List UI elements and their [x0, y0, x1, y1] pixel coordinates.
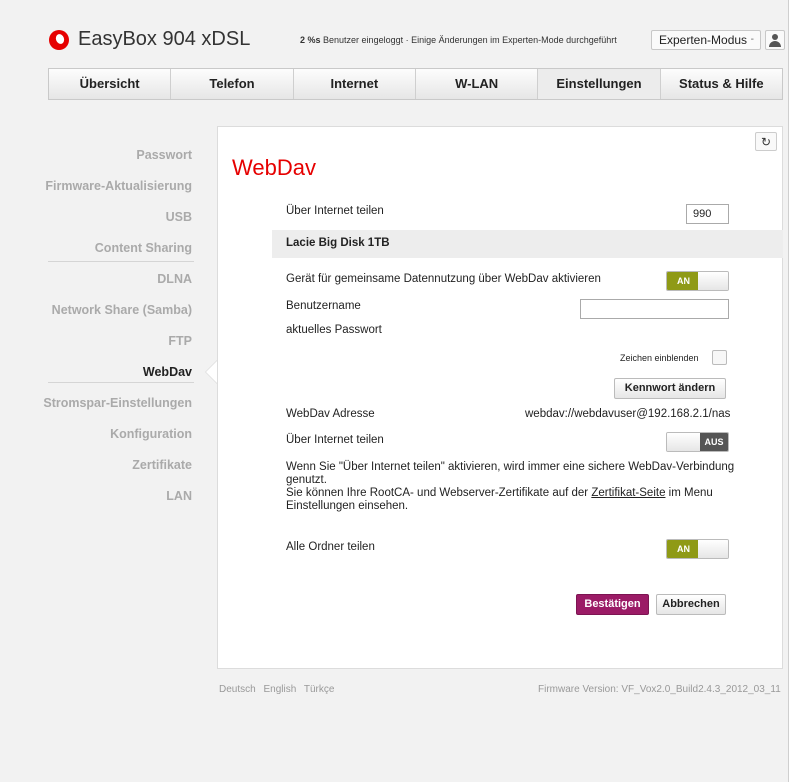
sidebar: Passwort Firmware-Aktualisierung USB Con… — [0, 146, 194, 518]
chevron-down-icon: - — [750, 34, 754, 45]
address-value: webdav://webdavuser@192.168.2.1/nas — [525, 408, 731, 420]
sidebar-item-konfiguration[interactable]: Konfiguration — [0, 425, 194, 456]
internet-share-label: Über Internet teilen — [286, 434, 384, 446]
sidebar-item-webdav[interactable]: WebDav — [0, 363, 194, 394]
tab-status-hilfe[interactable]: Status & Hilfe — [661, 69, 782, 99]
port-field[interactable]: 990 — [686, 204, 729, 224]
sidebar-item-dlna[interactable]: DLNA — [0, 270, 194, 301]
active-indicator — [205, 360, 217, 384]
sidebar-item-samba[interactable]: Network Share (Samba) — [0, 301, 194, 332]
share-all-toggle[interactable]: AN — [666, 539, 729, 559]
share-internet-label: Über Internet teilen — [286, 205, 384, 217]
info-text: Wenn Sie "Über Internet teilen" aktivier… — [286, 461, 746, 513]
sidebar-item-lan[interactable]: LAN — [0, 487, 194, 518]
show-chars-label: Zeichen einblenden — [620, 353, 699, 363]
toggle-on-label: AN — [667, 272, 700, 290]
password-label: aktuelles Passwort — [286, 324, 382, 336]
user-button[interactable] — [765, 30, 785, 50]
activate-label: Gerät für gemeinsame Datennutzung über W… — [286, 273, 601, 285]
sidebar-item-stromspar[interactable]: Stromspar-Einstellungen — [0, 394, 194, 425]
username-field[interactable] — [580, 299, 729, 319]
change-password-button[interactable]: Kennwort ändern — [614, 378, 726, 399]
sidebar-item-firmware[interactable]: Firmware-Aktualisierung — [0, 177, 194, 208]
activate-toggle[interactable]: AN — [666, 271, 729, 291]
firmware-version: Firmware Version: VF_Vox2.0_Build2.4.3_2… — [538, 684, 781, 695]
header: EasyBox 904 xDSL 2 %s Benutzer eingelogg… — [0, 0, 788, 72]
username-label: Benutzername — [286, 300, 361, 312]
share-all-label: Alle Ordner teilen — [286, 541, 375, 553]
confirm-button[interactable]: Bestätigen — [576, 594, 649, 615]
tab-einstellungen[interactable]: Einstellungen — [538, 69, 661, 99]
sidebar-item-passwort[interactable]: Passwort — [0, 146, 194, 177]
toggle-on-label: AN — [667, 540, 700, 558]
refresh-icon[interactable]: ↻ — [755, 132, 777, 151]
sidebar-item-zertifikate[interactable]: Zertifikate — [0, 456, 194, 487]
sidebar-item-usb[interactable]: USB — [0, 208, 194, 239]
info-line-1: Wenn Sie "Über Internet teilen" aktivier… — [286, 461, 735, 486]
page-frame: EasyBox 904 xDSL 2 %s Benutzer eingelogg… — [0, 0, 789, 782]
show-chars-checkbox[interactable] — [712, 350, 727, 365]
cancel-button[interactable]: Abbrechen — [656, 594, 726, 615]
info-line-2: Sie können Ihre RootCA- und Webserver-Ze… — [286, 487, 713, 512]
lang-turkce[interactable]: Türkçe — [304, 684, 335, 695]
certificate-page-link[interactable]: Zertifikat-Seite — [591, 487, 665, 499]
page-title: WebDav — [232, 155, 316, 180]
expert-mode-select[interactable]: Experten-Modus - — [651, 30, 761, 50]
disk-section-header: Lacie Big Disk 1TB — [272, 230, 783, 258]
expert-mode-label: Experten-Modus — [659, 33, 748, 47]
vodafone-logo-icon — [49, 30, 69, 50]
lang-english[interactable]: English — [263, 684, 296, 695]
logged-in-count: 2 %s — [300, 35, 321, 45]
tab-telefon[interactable]: Telefon — [171, 69, 294, 99]
login-status: 2 %s Benutzer eingeloggt · Einige Änderu… — [300, 35, 617, 45]
status-text: Benutzer eingeloggt · Einige Änderungen … — [323, 35, 617, 45]
user-icon — [772, 34, 778, 40]
tab-uebersicht[interactable]: Übersicht — [49, 69, 172, 99]
sidebar-divider — [48, 382, 194, 383]
disk-name: Lacie Big Disk 1TB — [286, 237, 390, 249]
lang-deutsch[interactable]: Deutsch — [219, 684, 256, 695]
address-label: WebDav Adresse — [286, 408, 375, 420]
language-links: Deutsch English Türkçe — [219, 684, 339, 695]
main-nav: Übersicht Telefon Internet W-LAN Einstel… — [48, 68, 783, 100]
sidebar-divider — [48, 261, 194, 262]
tab-wlan[interactable]: W-LAN — [416, 69, 539, 99]
sidebar-item-ftp[interactable]: FTP — [0, 332, 194, 363]
brand-title: EasyBox 904 xDSL — [78, 28, 251, 50]
sidebar-item-content-sharing[interactable]: Content Sharing — [0, 239, 194, 270]
internet-share-toggle[interactable]: AUS — [666, 432, 729, 452]
toggle-off-label: AUS — [700, 433, 728, 451]
tab-internet[interactable]: Internet — [294, 69, 416, 99]
